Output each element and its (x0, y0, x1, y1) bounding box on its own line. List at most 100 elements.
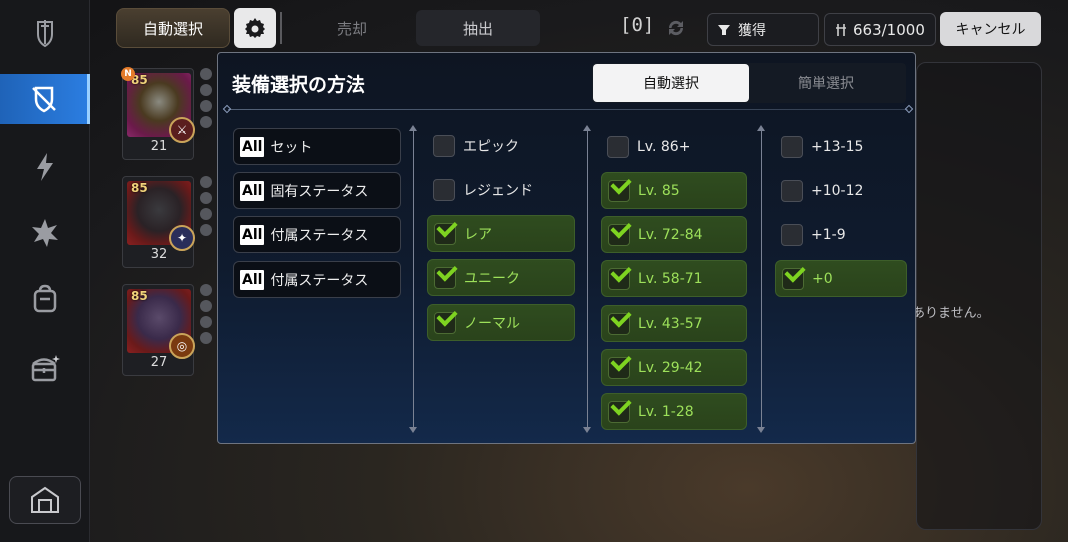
capacity-value: 663/1000 (853, 20, 925, 39)
tab-simple-select[interactable]: 簡単選択 (748, 64, 904, 102)
sub-stat-filter-button-2[interactable]: All 付属ステータス (233, 261, 401, 298)
level-option-29-42[interactable]: Lv. 29-42 (601, 349, 747, 386)
list-item[interactable]: 85 ◎ 27 (120, 280, 216, 376)
option-label: ノーマル (464, 315, 520, 332)
level-option-43-57[interactable]: Lv. 43-57 (601, 305, 747, 342)
equipment-card[interactable]: 85 ◎ 27 (122, 284, 195, 376)
checkbox[interactable] (607, 135, 629, 158)
selection-method-modal: 装備選択の方法 自動選択 簡単選択 All セット All 固有ステータス Al… (217, 52, 916, 444)
list-item[interactable]: 85 ✦ 32 (120, 172, 216, 268)
option-label: ユニーク (464, 270, 520, 287)
enhance-option-13-15[interactable]: +13-15 (775, 128, 907, 165)
sidebar-item-disassemble[interactable] (0, 74, 90, 124)
modal-title: 装備選択の方法 (232, 74, 366, 96)
sidebar-item-bag[interactable] (0, 274, 90, 324)
checkbox-checked[interactable] (434, 222, 456, 245)
level-option-86-plus[interactable]: Lv. 86+ (601, 128, 747, 165)
backpack-icon (33, 284, 57, 313)
enhance-option-0[interactable]: +0 (775, 260, 907, 297)
filter-label: 固有ステータス (270, 183, 369, 200)
enhance-option-10-12[interactable]: +10-12 (775, 172, 907, 209)
checkbox-checked[interactable] (782, 267, 804, 290)
filter-label: 付属ステータス (270, 227, 369, 244)
burst-icon (32, 219, 58, 247)
list-item[interactable]: 85 ⚔ 21 N (120, 64, 216, 160)
option-label: +13-15 (811, 138, 864, 155)
level-option-1-28[interactable]: Lv. 1-28 (601, 393, 747, 430)
level-option-72-84[interactable]: Lv. 72-84 (601, 216, 747, 253)
unique-stat-filter-button[interactable]: All 固有ステータス (233, 172, 401, 209)
detail-panel (916, 62, 1042, 530)
tab-sell[interactable]: 売却 (290, 10, 414, 46)
checkbox-checked[interactable] (608, 356, 630, 379)
sub-stat-filter-button-1[interactable]: All 付属ステータス (233, 216, 401, 253)
auto-select-button[interactable]: 自動選択 (116, 8, 230, 48)
checkbox-checked[interactable] (608, 267, 630, 290)
option-label: レア (464, 226, 492, 243)
checkbox-checked[interactable] (608, 400, 630, 423)
checkbox-checked[interactable] (608, 223, 630, 246)
checkbox-checked[interactable] (434, 266, 456, 289)
checkbox[interactable] (433, 178, 455, 201)
sidebar-item-chest[interactable] (0, 344, 90, 394)
tab-auto-select[interactable]: 自動選択 (593, 64, 749, 102)
option-label: Lv. 86+ (637, 138, 691, 155)
warehouse-icon (31, 486, 59, 513)
sort-dropdown[interactable]: 獲得 (707, 13, 819, 46)
refresh-icon[interactable] (664, 16, 688, 40)
checkbox-checked[interactable] (608, 312, 630, 335)
checkbox[interactable] (781, 135, 803, 158)
equipment-count: 21 (150, 139, 168, 154)
sort-label: 獲得 (738, 22, 766, 39)
option-label: Lv. 1-28 (638, 403, 694, 420)
sidebar-item-burst[interactable] (0, 208, 90, 258)
all-tag: All (240, 136, 265, 157)
option-label: Lv. 72-84 (638, 226, 703, 243)
checkbox[interactable] (781, 223, 803, 246)
grade-option-rare[interactable]: レア (427, 215, 575, 252)
sort-icon (718, 24, 730, 35)
all-tag: All (240, 180, 265, 201)
grade-option-legend[interactable]: レジェンド (427, 171, 575, 208)
equipment-card[interactable]: 85 ⚔ 21 N (121, 67, 195, 160)
all-tag: All (240, 269, 265, 290)
set-filter-button[interactable]: All セット (233, 128, 401, 165)
inventory-capacity: 663/1000 (824, 13, 936, 46)
stat-icons (200, 284, 214, 348)
grade-option-normal[interactable]: ノーマル (427, 304, 575, 341)
enhance-option-1-9[interactable]: +1-9 (775, 216, 907, 253)
level-option-58-71[interactable]: Lv. 58-71 (601, 260, 747, 297)
filter-label: セット (270, 139, 313, 156)
inventory-list: 85 ⚔ 21 N 85 ✦ 32 85 ◎ 27 (118, 64, 218, 394)
equipment-card[interactable]: 85 ✦ 32 (122, 176, 195, 268)
checkbox[interactable] (781, 179, 803, 202)
cancel-button[interactable]: キャンセル (940, 12, 1041, 46)
mode-tabs: 自動選択 簡単選択 (592, 63, 906, 103)
stat-icons (200, 176, 214, 240)
stat-icons (200, 68, 214, 132)
sidebar-item-skill[interactable] (0, 142, 90, 192)
column-divider (583, 125, 592, 433)
checkbox-checked[interactable] (608, 179, 630, 202)
selected-count: [0] (620, 14, 655, 36)
option-label: Lv. 58-71 (638, 270, 703, 287)
settings-button[interactable] (234, 8, 276, 48)
grade-option-unique[interactable]: ユニーク (427, 259, 575, 296)
level-option-85[interactable]: Lv. 85 (601, 172, 747, 209)
sidebar-item-equipment[interactable] (0, 8, 90, 58)
inventory-icon (836, 23, 846, 36)
option-label: Lv. 43-57 (638, 315, 703, 332)
grade-option-epic[interactable]: エピック (427, 127, 575, 164)
option-label: エピック (463, 138, 519, 155)
option-label: Lv. 29-42 (638, 359, 703, 376)
tab-extract[interactable]: 抽出 (416, 10, 540, 46)
checkbox-checked[interactable] (434, 311, 456, 334)
equipment-count: 27 (150, 355, 168, 370)
checkbox[interactable] (433, 134, 455, 157)
column-divider (409, 125, 418, 433)
sword-shield-icon (37, 20, 53, 48)
all-tag: All (240, 224, 265, 245)
equipment-level: 85 (131, 181, 148, 195)
warehouse-button[interactable] (9, 476, 81, 524)
filter-label: 付属ステータス (270, 272, 369, 289)
